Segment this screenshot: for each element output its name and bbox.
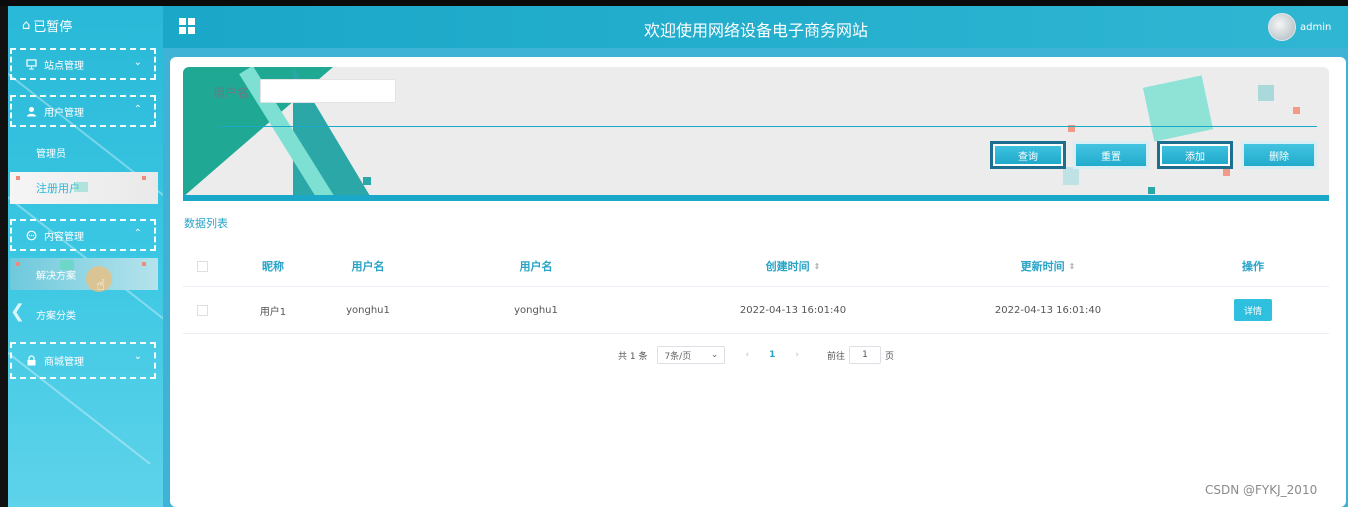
monitor-icon (26, 58, 38, 70)
chevron-down-icon: ⌄ (710, 350, 719, 360)
chevron-down-icon: ⌄ (133, 351, 142, 362)
prev-page-icon[interactable]: ‹ (745, 350, 749, 360)
decor-dot (363, 177, 371, 185)
next-page-icon[interactable]: › (795, 350, 799, 360)
decor-dot (1223, 169, 1230, 176)
username-search-input[interactable] (260, 79, 396, 103)
page-size-value: 7条/页 (664, 351, 692, 362)
site-title: 欢迎使用网络设备电子商务网站 (643, 21, 868, 40)
left-window-strip (0, 6, 8, 507)
menu-label: 用户管理 (44, 107, 84, 119)
column-header: 操作 (1242, 260, 1264, 273)
add-button[interactable]: 添加 (1157, 141, 1233, 169)
column-header-label: 创建时间 (765, 260, 810, 273)
sidebar-item-admin[interactable]: 管理员 (36, 145, 66, 160)
decor-square (60, 260, 74, 270)
column-header-label: 更新时间 (1020, 260, 1065, 273)
column-header-created[interactable]: 创建时间 ⇕ (733, 246, 853, 286)
menu-grid-icon[interactable] (179, 18, 195, 34)
goto-page-input[interactable]: 1 (848, 346, 881, 364)
decor-dot (1148, 187, 1155, 194)
hand-cursor-icon: ☝ (96, 276, 106, 294)
divider (217, 126, 1317, 127)
page-unit-label: 页 (884, 351, 894, 362)
action-cell: 详情 (1223, 287, 1283, 333)
query-button-label: 查询 (993, 144, 1063, 166)
watermark: CSDN @FYKJ_2010 (1205, 483, 1318, 497)
menu-content-management[interactable]: 内容管理 ⌃ (10, 219, 156, 251)
row-select-cell (183, 287, 221, 333)
sort-icon[interactable]: ⇕ (1069, 262, 1076, 271)
select-all-checkbox[interactable] (196, 260, 208, 272)
chevron-down-icon: ⌄ (133, 57, 142, 68)
decor-dot (16, 262, 20, 266)
lock-icon (26, 355, 38, 366)
sidebar-title[interactable]: ⌂ 已暂停 (22, 16, 72, 35)
cell-created: 2022-04-13 16:01:40 (739, 304, 847, 316)
menu-label: 内容管理 (44, 231, 84, 243)
column-header: 用户名 (351, 260, 385, 273)
top-header: 欢迎使用网络设备电子商务网站 admin (163, 6, 1348, 48)
banner-bottom-bar (183, 195, 1329, 201)
menu-user-management[interactable]: 用户管理 ⌃ (10, 95, 156, 127)
sidebar-item-registered-users[interactable]: 注册用户 (10, 172, 158, 204)
home-icon: ⌂ (22, 18, 31, 33)
decor-dot (16, 176, 20, 180)
decor-square (74, 182, 88, 192)
page-size-select[interactable]: 7条/页 ⌄ (657, 346, 726, 364)
query-button[interactable]: 查询 (990, 141, 1066, 169)
menu-site-management[interactable]: 站点管理 ⌄ (10, 48, 156, 80)
chevron-left-icon[interactable]: ❮ (10, 301, 25, 322)
chevron-up-icon: ⌃ (133, 228, 142, 239)
decor-dot (142, 262, 146, 266)
search-username-label: 用户名 (213, 86, 250, 100)
decor-square (1063, 167, 1079, 185)
row-checkbox[interactable] (196, 304, 208, 316)
cell-nickname: 用户1 (259, 306, 287, 318)
sort-icon[interactable]: ⇕ (814, 262, 821, 271)
decor-dot (1293, 107, 1300, 114)
search-banner: 用户名 查询 重置 添加 删除 (183, 67, 1329, 201)
chat-icon (26, 230, 38, 241)
column-header: 用户名 (519, 260, 553, 273)
sidebar-item-solution-category[interactable]: 方案分类 (36, 307, 76, 322)
decor-dot (142, 176, 146, 180)
total-count: 共 1 条 (618, 351, 648, 362)
chevron-up-icon: ⌃ (133, 104, 142, 115)
data-table: 昵称 用户名 用户名 创建时间 ⇕ 更新时间 ⇕ 操作 用户1 yonghu1 yo… (183, 246, 1329, 334)
column-header: 昵称 (262, 260, 284, 273)
cell-username: yonghu1 (514, 304, 558, 316)
menu-mall-management[interactable]: 商城管理 ⌄ (10, 342, 156, 379)
table-header: 昵称 用户名 用户名 创建时间 ⇕ 更新时间 ⇕ 操作 (183, 246, 1329, 287)
detail-button[interactable]: 详情 (1234, 299, 1272, 321)
current-page[interactable]: 1 (769, 350, 775, 360)
select-all-cell (183, 246, 221, 286)
delete-button[interactable]: 删除 (1241, 141, 1317, 169)
sidebar-item-label: 管理员 (36, 149, 66, 160)
cell-updated: 2022-04-13 16:01:40 (994, 304, 1102, 316)
decor-square (1142, 75, 1214, 142)
username-label[interactable]: admin (1300, 22, 1331, 33)
sidebar-item-solutions[interactable]: 解决方案 (10, 258, 158, 290)
sidebar-title-text: 已暂停 (33, 20, 73, 35)
decor-square (1258, 85, 1274, 101)
menu-label: 站点管理 (44, 60, 84, 72)
sidebar: ⌂ 已暂停 站点管理 ⌄ 用户管理 ⌃ 管理员 注册用户 内容管理 ⌃ 解决方案… (8, 6, 163, 507)
add-button-label: 添加 (1160, 144, 1230, 166)
user-icon (26, 106, 38, 117)
table-row: 用户1 yonghu1 yonghu1 2022-04-13 16:01:40 … (183, 287, 1329, 334)
reset-button[interactable]: 重置 (1073, 141, 1149, 169)
column-header-updated[interactable]: 更新时间 ⇕ (988, 246, 1108, 286)
sidebar-item-label: 方案分类 (36, 311, 76, 322)
avatar[interactable] (1268, 13, 1296, 41)
goto-label: 前往 (826, 351, 845, 362)
menu-label: 商城管理 (44, 357, 84, 368)
data-list-title: 数据列表 (184, 217, 228, 230)
cell-username: yonghu1 (346, 304, 390, 316)
pagination: 共 1 条 7条/页 ⌄ ‹ 1 › 前往 1 页 (618, 346, 894, 364)
